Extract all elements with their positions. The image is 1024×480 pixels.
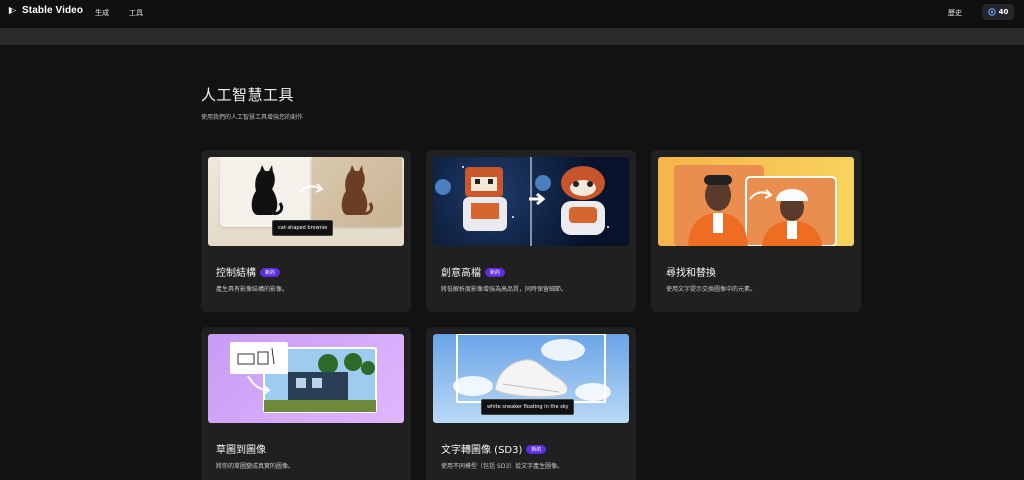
tool-title: 創意高檔 新的: [441, 264, 506, 279]
page-subtitle: 使用我們的人工智慧工具增強您的創作: [201, 114, 304, 121]
notice-strip: [0, 28, 1024, 45]
nav-history[interactable]: 歷史: [948, 8, 962, 18]
tool-thumbnail: [658, 157, 854, 246]
woman-replace-icon: [674, 165, 837, 246]
tool-thumbnail: [208, 334, 404, 423]
tool-thumbnail: cat-shaped brownie: [208, 157, 404, 246]
tool-card-control-structure[interactable]: cat-shaped brownie 控制結構 新的 產生具有影像結構的影像。: [201, 150, 411, 312]
tool-title: 尋找和替換: [666, 268, 716, 279]
tool-title: 文字轉圖像 (SD3) 新的: [441, 441, 547, 456]
new-badge: 新的: [260, 268, 281, 277]
tool-card-text-to-image[interactable]: white sneaker floating in the sky 文字轉圖像 …: [426, 327, 636, 480]
credits-button[interactable]: 40: [982, 4, 1014, 20]
nav-generate[interactable]: 生成: [95, 8, 109, 18]
nav-tools[interactable]: 工具: [129, 8, 143, 18]
app-name: Stable Video: [22, 5, 84, 16]
tool-card-search-replace[interactable]: 尋找和替換 使用文字提示交換圖像中的元素。: [651, 150, 861, 312]
credits-count: 40: [998, 8, 1009, 16]
prompt-chip: cat-shaped brownie: [272, 220, 334, 236]
tool-description: 將低解析度影像增強為高品質，同時保留細節。: [441, 286, 568, 293]
tool-description: 使用文字提示交換圖像中的元素。: [666, 286, 757, 293]
tool-title: 草圖到圖像: [216, 445, 266, 456]
tool-thumbnail: [433, 157, 629, 246]
tool-description: 產生具有影像結構的影像。: [216, 286, 289, 293]
new-badge: 新的: [526, 445, 547, 454]
tool-title-text: 文字轉圖像 (SD3): [441, 445, 523, 456]
sketch-to-house-icon: [230, 342, 377, 413]
top-nav: Stable Video 生成 工具 歷史 40: [0, 0, 1024, 26]
red-panda-astronaut-icon: [435, 157, 609, 246]
arrow-right-icon: [298, 183, 324, 194]
tool-title-text: 創意高檔: [441, 268, 481, 279]
tool-card-creative-upscale[interactable]: 創意高檔 新的 將低解析度影像增強為高品質，同時保留細節。: [426, 150, 636, 312]
tool-thumbnail: white sneaker floating in the sky: [433, 334, 629, 423]
stability-logo-icon: [8, 6, 17, 15]
app-logo[interactable]: Stable Video: [7, 5, 83, 16]
prompt-chip: white sneaker floating in the sky: [481, 399, 575, 415]
credits-icon: [987, 8, 996, 16]
tool-title-text: 控制結構: [216, 268, 256, 279]
new-badge: 新的: [485, 268, 506, 277]
tool-description: 將你的草圖變成真實的圖像。: [216, 463, 295, 470]
page-title: 人工智慧工具: [201, 86, 295, 104]
tool-card-sketch-to-image[interactable]: 草圖到圖像 將你的草圖變成真實的圖像。: [201, 327, 411, 480]
tool-description: 使用不同模型（包括 SD3）從文字產生圖像。: [441, 463, 564, 470]
tool-title: 控制結構 新的: [216, 264, 281, 279]
